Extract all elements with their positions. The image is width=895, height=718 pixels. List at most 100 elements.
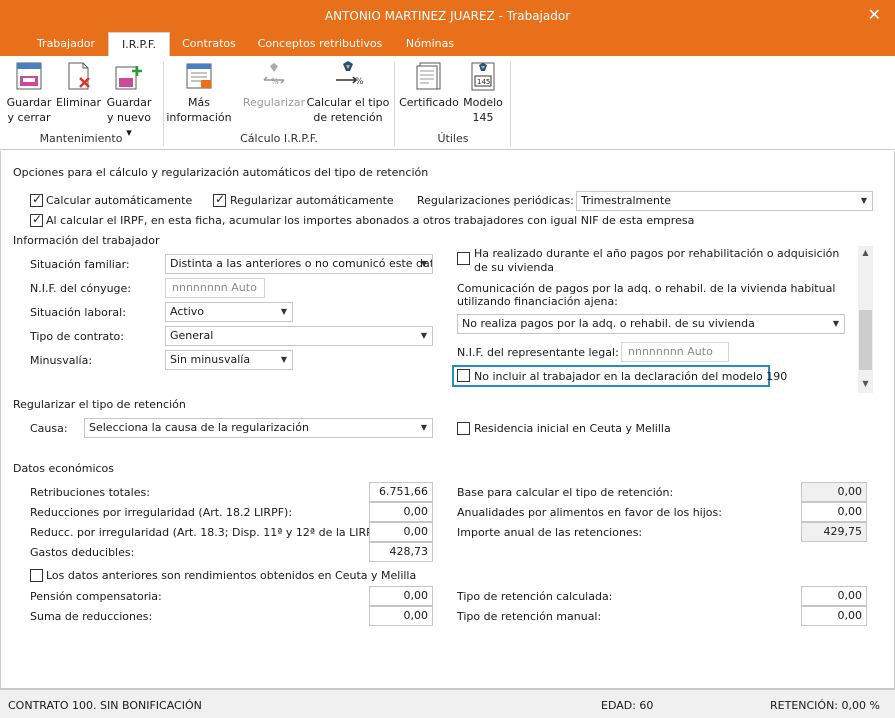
pension-label: Pensión compensatoria: (30, 590, 162, 603)
save-new-button[interactable]: Guardar y nuevo ▾ (104, 60, 154, 140)
info-window-icon (186, 63, 212, 89)
auto-calc-label: Calcular automáticamente (46, 194, 193, 207)
regularize-label: Regularizar (242, 96, 306, 109)
econ-left-field[interactable]: 428,73 (369, 542, 433, 562)
tab-contratos[interactable]: Contratos (172, 32, 246, 56)
spouse-nif-label: N.I.F. del cónyuge: (30, 282, 132, 295)
regularize-icon: % (263, 63, 285, 86)
ceuta-income-label: Los datos anteriores son rendimientos ob… (46, 569, 417, 582)
family-select[interactable]: Distinta a las anteriores o no comunicó … (165, 254, 433, 274)
econ-left-label: Reducc. por irregularidad (Art. 18.3; Di… (30, 526, 388, 539)
contract-select[interactable]: General ▼ (165, 326, 433, 346)
comm-label-line2: utilizando financiación ajena: (457, 295, 618, 308)
ribbon-separator (394, 62, 395, 146)
ceuta-residence-label: Residencia inicial en Ceuta y Melilla (474, 422, 671, 435)
pension-field[interactable]: 0,00 (369, 586, 433, 606)
certificate-button[interactable]: Certificado (398, 60, 460, 110)
save-close-button[interactable]: Guardar y cerrar (6, 60, 52, 125)
econ-left-label: Gastos deducibles: (30, 546, 135, 559)
econ-left-field[interactable]: 0,00 (369, 522, 433, 542)
manual-rate-field[interactable]: 0,00 (801, 606, 867, 626)
calc-rate-result-label: Tipo de retención calculada: (457, 590, 613, 603)
econ-left-field[interactable]: 6.751,66 (369, 482, 433, 502)
tab-trabajador[interactable]: Trabajador (24, 32, 108, 56)
chevron-down-icon: ▼ (420, 331, 428, 340)
economic-heading: Datos económicos (13, 462, 115, 475)
accumulate-checkbox[interactable] (30, 212, 43, 227)
ceuta-residence-checkbox[interactable] (457, 422, 470, 435)
ribbon: Guardar y cerrar Eliminar Guardar y nuev… (0, 56, 895, 150)
delete-button[interactable]: Eliminar (56, 60, 102, 110)
family-value: Distinta a las anteriores o no comunicó … (170, 257, 433, 270)
more-info-button[interactable]: Más información (166, 60, 232, 125)
contract-value: General (170, 329, 214, 342)
econ-right-field: 429,75 (801, 522, 867, 542)
tab-irpf[interactable]: I.R.P.F. (108, 32, 170, 56)
ceuta-income-checkbox[interactable] (30, 569, 43, 582)
econ-left-label: Retribuciones totales: (30, 486, 150, 499)
reductions-label: Suma de reducciones: (30, 610, 153, 623)
title-bar: ANTONIO MARTINEZ JUAREZ - Trabajador ✕ (0, 0, 895, 32)
rehab-checkbox[interactable] (457, 252, 470, 265)
labor-value: Activo (170, 305, 204, 318)
certificate-label: Certificado (399, 96, 459, 109)
spouse-nif-field[interactable]: nnnnnnnn Auto (165, 278, 265, 298)
scroll-thumb[interactable] (859, 310, 872, 370)
exclude190-checkbox[interactable] (457, 369, 470, 382)
econ-right-label: Importe anual de las retenciones: (457, 526, 643, 539)
accumulate-label: Al calcular el IRPF, en esta ficha, acum… (46, 214, 695, 227)
comm-value: No realiza pagos por la adq. o rehabil. … (462, 317, 755, 330)
auto-reg-label: Regularizar automáticamente (230, 194, 394, 207)
disability-value: Sin minusvalía (170, 353, 251, 366)
rehab-label-line2: de su vivienda (474, 261, 555, 274)
save-close-icon (16, 62, 42, 90)
manual-rate-label: Tipo de retención manual: (457, 610, 602, 623)
tax-agency-icon: % (336, 61, 364, 87)
close-icon[interactable]: ✕ (868, 5, 881, 24)
econ-right-field: 0,00 (801, 482, 867, 502)
econ-right-label: Base para calcular el tipo de retención: (457, 486, 674, 499)
rehab-label-line1: Ha realizado durante el año pagos por re… (474, 247, 840, 260)
reductions-field[interactable]: 0,00 (369, 606, 433, 626)
model145-icon: 145 (471, 62, 495, 91)
cause-value: Selecciona la causa de la regularización (89, 421, 309, 434)
calc-rate-label: Calcular el tipo de retención (306, 96, 390, 124)
group-mantenimiento: Mantenimiento (39, 132, 123, 145)
tab-conceptos-retributivos[interactable]: Conceptos retributivos (252, 32, 388, 56)
exclude190-label: No incluir al trabajador en la declaraci… (474, 370, 788, 383)
labor-select[interactable]: Activo ▼ (165, 302, 293, 322)
chevron-down-icon: ▼ (420, 259, 428, 268)
calc-rate-button[interactable]: % Calcular el tipo de retención (306, 60, 390, 125)
scroll-up-icon[interactable]: ▲ (858, 248, 873, 257)
save-new-icon (115, 66, 142, 90)
rep-nif-field[interactable]: nnnnnnnn Auto (621, 342, 729, 362)
scroll-down-icon[interactable]: ▼ (858, 379, 873, 388)
ribbon-tabs: Trabajador I.R.P.F. Contratos Conceptos … (0, 32, 895, 56)
chevron-down-icon: ▼ (280, 355, 288, 364)
svg-text:%: % (271, 77, 279, 86)
econ-right-field[interactable]: 0,00 (801, 502, 867, 522)
delete-label: Eliminar (56, 96, 102, 109)
auto-reg-checkbox[interactable] (213, 192, 226, 207)
periodic-select[interactable]: Trimestralmente ▼ (576, 191, 873, 211)
cause-select[interactable]: Selecciona la causa de la regularización… (84, 418, 433, 438)
status-age: EDAD: 60 (601, 699, 654, 712)
econ-right-label: Anualidades por alimentos en favor de lo… (457, 506, 722, 519)
tab-nominas[interactable]: Nóminas (394, 32, 466, 56)
more-info-label: Más información (166, 96, 232, 124)
disability-label: Minusvalía: (30, 354, 93, 367)
regularize-button[interactable]: % Regularizar (242, 60, 306, 110)
auto-calc-checkbox[interactable] (30, 192, 43, 207)
worker-scrollbar[interactable]: ▲ ▼ (858, 246, 873, 393)
model145-badge: 145 (477, 78, 490, 86)
svg-text:%: % (355, 77, 364, 87)
periodic-value: Trimestralmente (581, 194, 672, 207)
comm-select[interactable]: No realiza pagos por la adq. o rehabil. … (457, 314, 845, 334)
disability-select[interactable]: Sin minusvalía ▼ (165, 350, 293, 370)
cause-label: Causa: (30, 422, 68, 435)
econ-left-field[interactable]: 0,00 (369, 502, 433, 522)
calc-rate-result-field[interactable]: 0,00 (801, 586, 867, 606)
model145-button[interactable]: 145 Modelo 145 (460, 60, 506, 125)
ribbon-separator (163, 62, 164, 146)
labor-label: Situación laboral: (30, 306, 126, 319)
